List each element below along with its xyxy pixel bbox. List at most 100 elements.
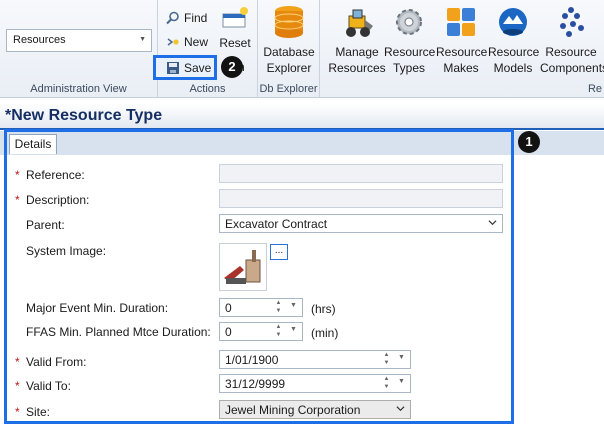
database-explorer-label-2: Explorer [266, 61, 312, 75]
gear-icon [396, 9, 422, 35]
ribbon-group-actions: Find New Reset h Actions [158, 0, 258, 98]
group-label-actions: Actions [189, 83, 226, 95]
reference-label-row: * Reference: [15, 168, 85, 182]
new-button[interactable]: New [166, 32, 208, 52]
parent-label: Parent: [26, 218, 65, 232]
valid-from-label: Valid From: [26, 355, 87, 369]
manage-resources-label-2: Resources [328, 61, 386, 75]
spin-arrows-icon[interactable]: ▲ ▼ [273, 299, 284, 316]
ffas-label-row: FFAS Min. Planned Mtce Duration: [15, 325, 211, 339]
resource-makes-label-2: Makes [443, 61, 479, 75]
chevron-down-icon[interactable]: ▼ [396, 378, 407, 395]
save-button[interactable]: Save [153, 55, 217, 80]
page-title: *New Resource Type [5, 107, 163, 124]
loader-truck-icon [346, 9, 373, 37]
required-marker: * [15, 355, 20, 369]
ffas-value: 0 [225, 325, 232, 339]
major-event-label: Major Event Min. Duration: [26, 301, 169, 315]
chevron-down-icon: ▼ [139, 36, 146, 43]
manage-resources-button[interactable]: Manage Resources [326, 4, 388, 76]
new-star-icon [167, 38, 179, 46]
resource-components-label-1: Resource [545, 45, 597, 59]
document-title-bar: *New Resource Type [0, 104, 604, 130]
major-event-unit: (hrs) [311, 302, 336, 316]
chevron-down-icon[interactable]: ▼ [288, 326, 299, 343]
database-explorer-button[interactable]: Database Explorer [262, 4, 316, 76]
site-select[interactable]: Jewel Mining Corporation [219, 400, 411, 419]
callout-1: 1 [518, 131, 540, 153]
reference-field[interactable] [219, 164, 503, 183]
reset-icon [222, 7, 248, 28]
group-label-administration-view: Administration View [30, 83, 127, 95]
group-label-db-explorer: Db Explorer [259, 83, 318, 95]
system-image-label: System Image: [26, 244, 107, 258]
chevron-down-icon[interactable]: ▼ [396, 354, 407, 371]
callout-2: 2 [221, 56, 243, 78]
site-label-row: * Site: [15, 405, 50, 419]
resource-models-button[interactable]: Resource Models [488, 4, 540, 76]
save-label: Save [184, 60, 212, 75]
resource-types-button[interactable]: Resource Types [384, 4, 436, 76]
find-button[interactable]: Find [166, 8, 207, 28]
ffas-unit: (min) [311, 326, 339, 340]
ribbon-group-administration-view: Resources ▼ Administration View [0, 0, 158, 98]
administration-view-combo[interactable]: Resources ▼ [6, 29, 152, 52]
parent-select[interactable]: Excavator Contract [219, 214, 503, 233]
resource-makes-button[interactable]: Resource Makes [436, 4, 488, 76]
system-image [219, 243, 267, 291]
description-label-row: * Description: [15, 193, 89, 207]
reset-label: Reset [219, 36, 251, 50]
resource-types-label-2: Types [392, 61, 425, 75]
browse-image-button[interactable]: ... [270, 244, 288, 260]
spin-arrows-icon[interactable]: ▲ ▼ [381, 351, 392, 368]
manage-resources-label-1: Manage [335, 45, 379, 59]
ffas-stepper[interactable]: 0 ▲ ▼ ▼ [219, 322, 303, 341]
group-label-resources: Re [587, 83, 602, 95]
major-event-label-row: Major Event Min. Duration: [15, 301, 168, 315]
required-marker: * [15, 168, 20, 182]
spin-arrows-icon[interactable]: ▲ ▼ [273, 323, 284, 340]
required-marker: * [15, 379, 20, 393]
valid-to-label: Valid To: [26, 379, 71, 393]
site-value: Jewel Mining Corporation [225, 403, 361, 417]
administration-view-combo-value: Resources [13, 34, 66, 46]
colored-blocks-icon [447, 8, 475, 36]
ffas-label: FFAS Min. Planned Mtce Duration: [26, 325, 211, 339]
globe-icon [499, 8, 527, 36]
major-event-stepper[interactable]: 0 ▲ ▼ ▼ [219, 298, 303, 317]
resource-components-label-2: Components [540, 61, 604, 75]
valid-to-date-picker[interactable]: 31/12/9999 ▲ ▼ ▼ [219, 374, 411, 393]
spin-arrows-icon[interactable]: ▲ ▼ [381, 375, 392, 392]
magnifier-icon [166, 11, 179, 25]
valid-to-value: 31/12/9999 [225, 377, 286, 391]
find-label: Find [184, 11, 208, 25]
required-marker: * [15, 193, 20, 207]
new-label: New [184, 35, 209, 49]
ribbon-group-db-explorer: Database Explorer Db Explorer [258, 0, 320, 98]
description-label: Description: [26, 193, 90, 207]
parent-value: Excavator Contract [225, 217, 328, 231]
resource-makes-label-1: Resource [436, 45, 488, 59]
valid-from-date-picker[interactable]: 1/01/1900 ▲ ▼ ▼ [219, 350, 411, 369]
chevron-down-icon [396, 406, 405, 412]
resource-types-label-1: Resource [384, 45, 436, 59]
reference-label: Reference: [26, 168, 85, 182]
major-event-value: 0 [225, 301, 232, 315]
description-field[interactable] [219, 189, 503, 208]
database-icon [274, 6, 304, 38]
reset-button[interactable]: Reset h [218, 4, 252, 74]
resource-components-button[interactable]: Resource Components [540, 4, 604, 76]
database-explorer-label-1: Database [263, 45, 315, 59]
ribbon-group-resources: Manage Resources Resource Types Resource… [320, 0, 604, 98]
system-image-label-row: System Image: [15, 244, 106, 258]
required-marker: * [15, 405, 20, 419]
valid-from-value: 1/01/1900 [225, 353, 279, 367]
site-label: Site: [26, 405, 51, 419]
floppy-disk-icon [167, 61, 179, 74]
molecule-icon [560, 7, 584, 37]
valid-to-label-row: * Valid To: [15, 379, 71, 393]
resource-models-label-2: Models [493, 61, 533, 75]
resource-models-label-1: Resource [488, 45, 540, 59]
chevron-down-icon[interactable]: ▼ [288, 302, 299, 319]
parent-label-row: Parent: [15, 218, 65, 232]
